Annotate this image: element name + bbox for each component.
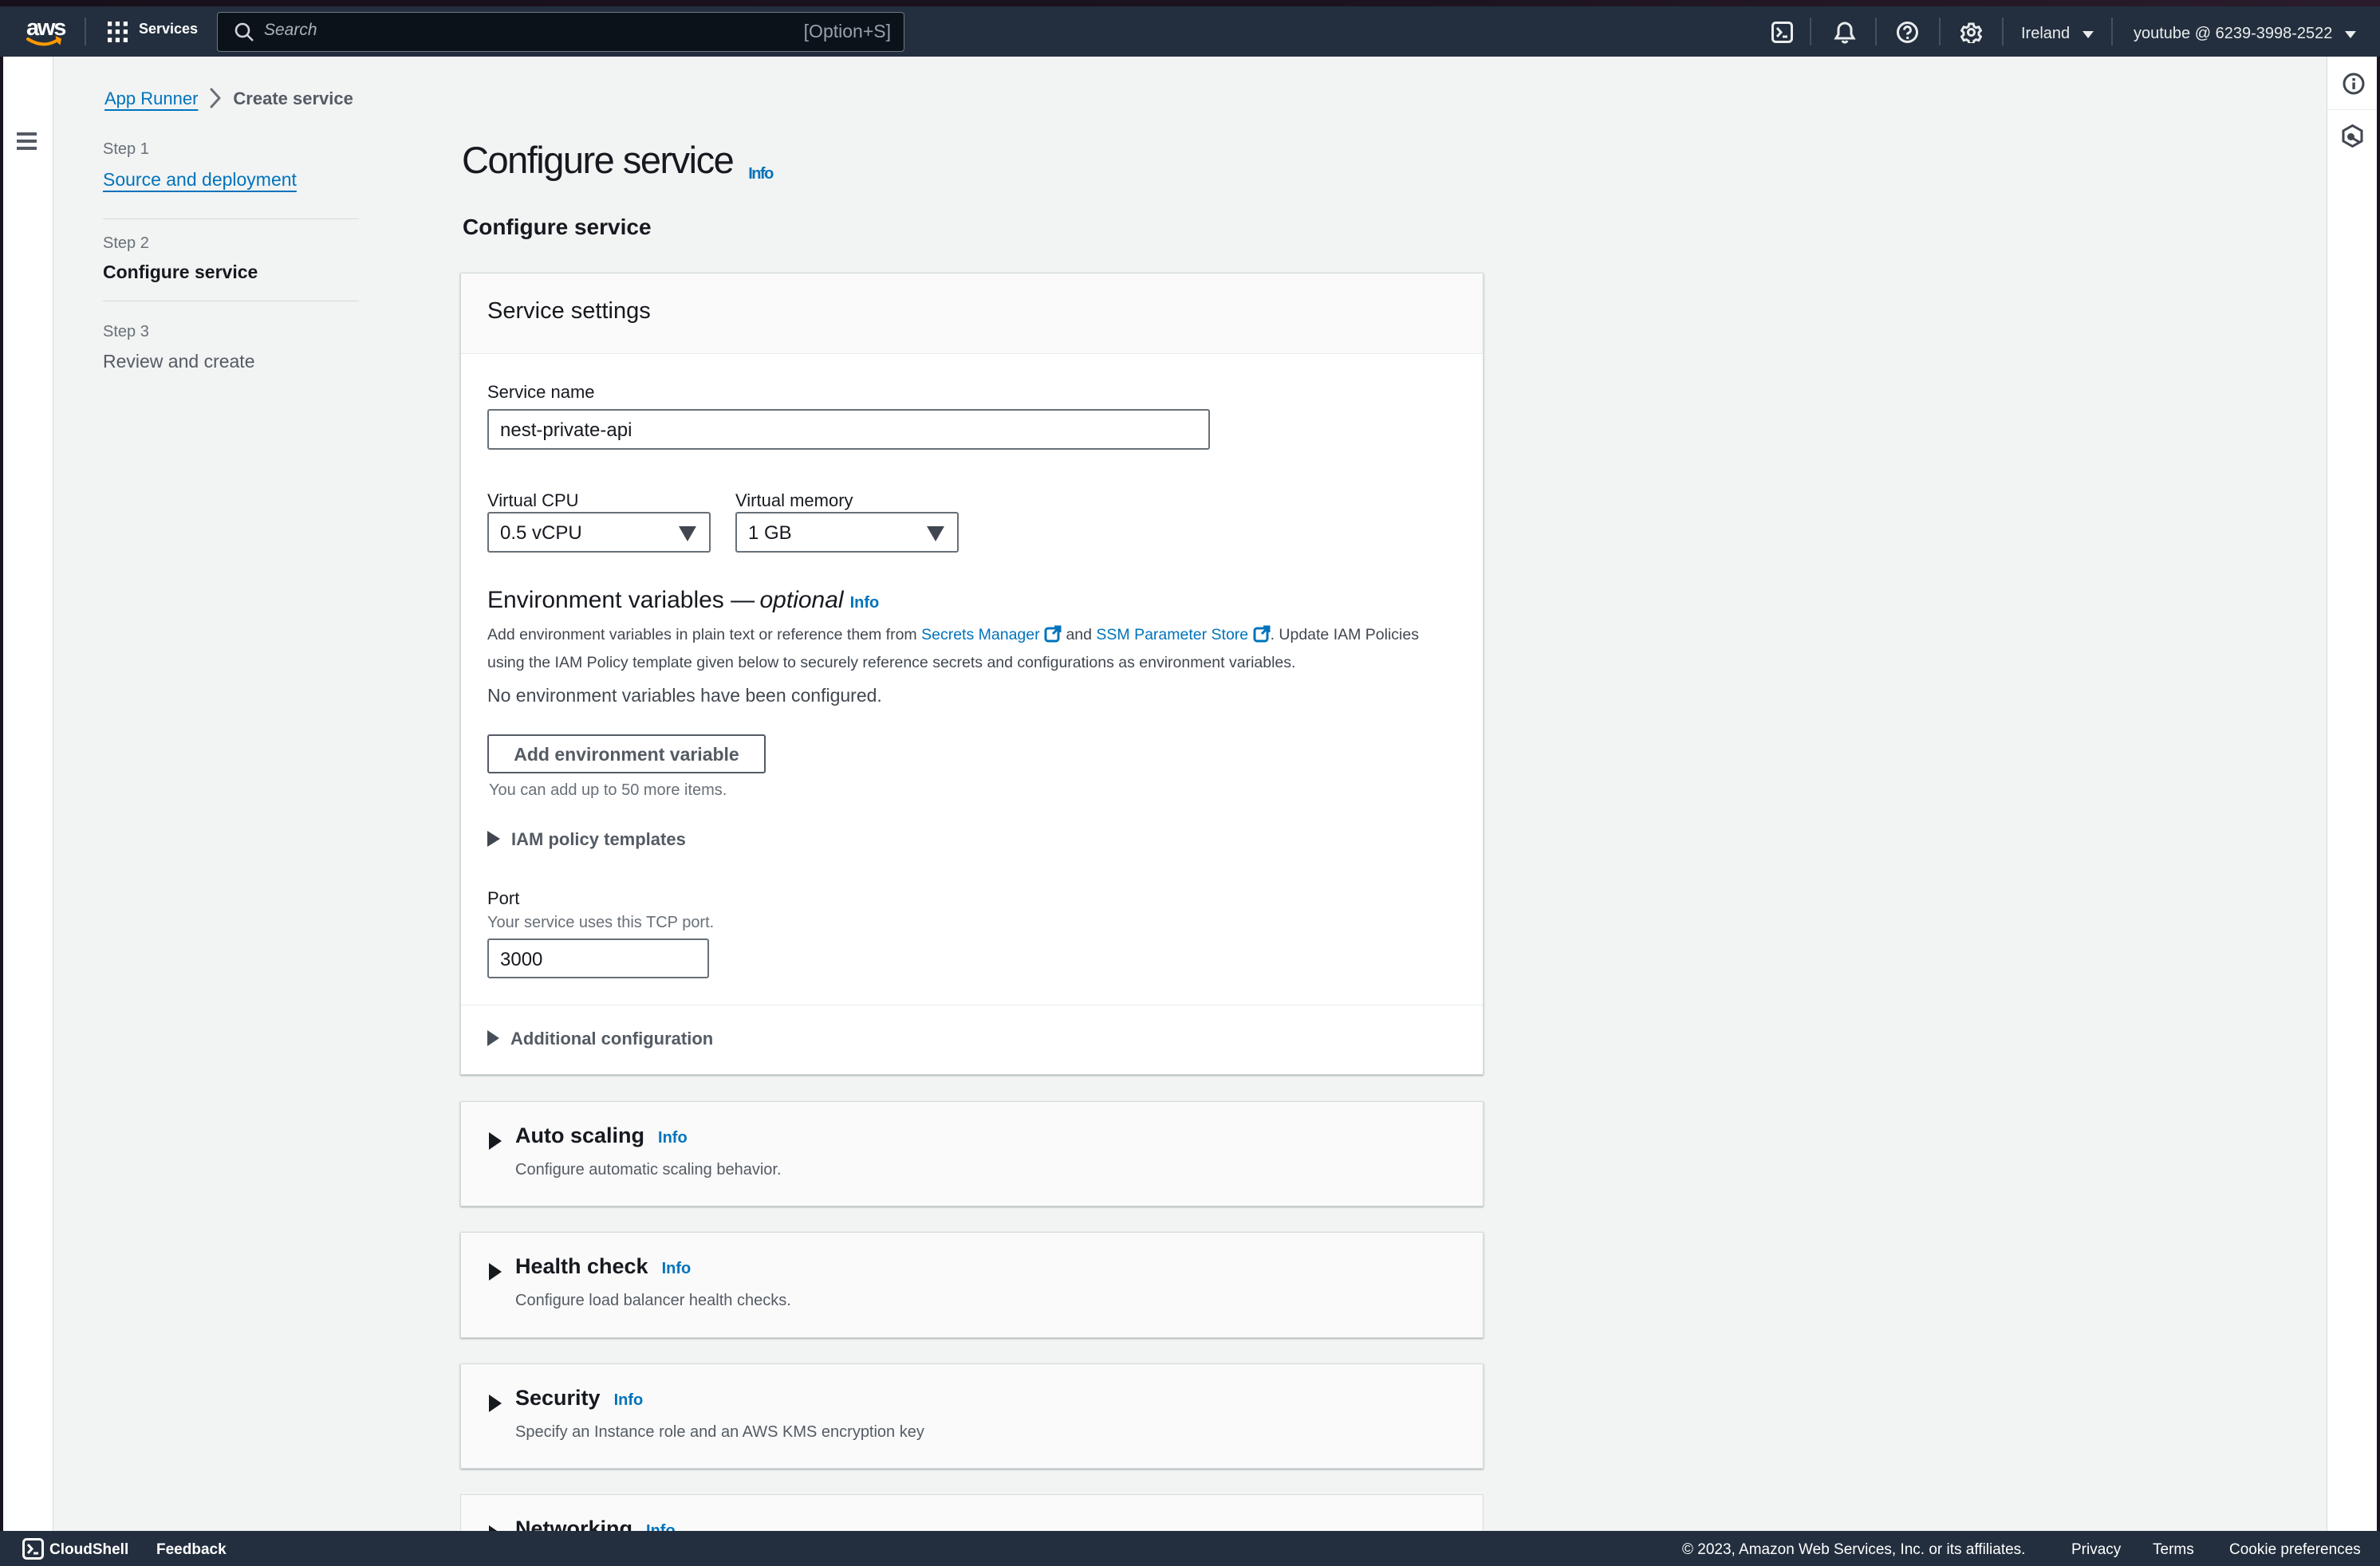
svg-text:aws: aws xyxy=(26,15,65,41)
